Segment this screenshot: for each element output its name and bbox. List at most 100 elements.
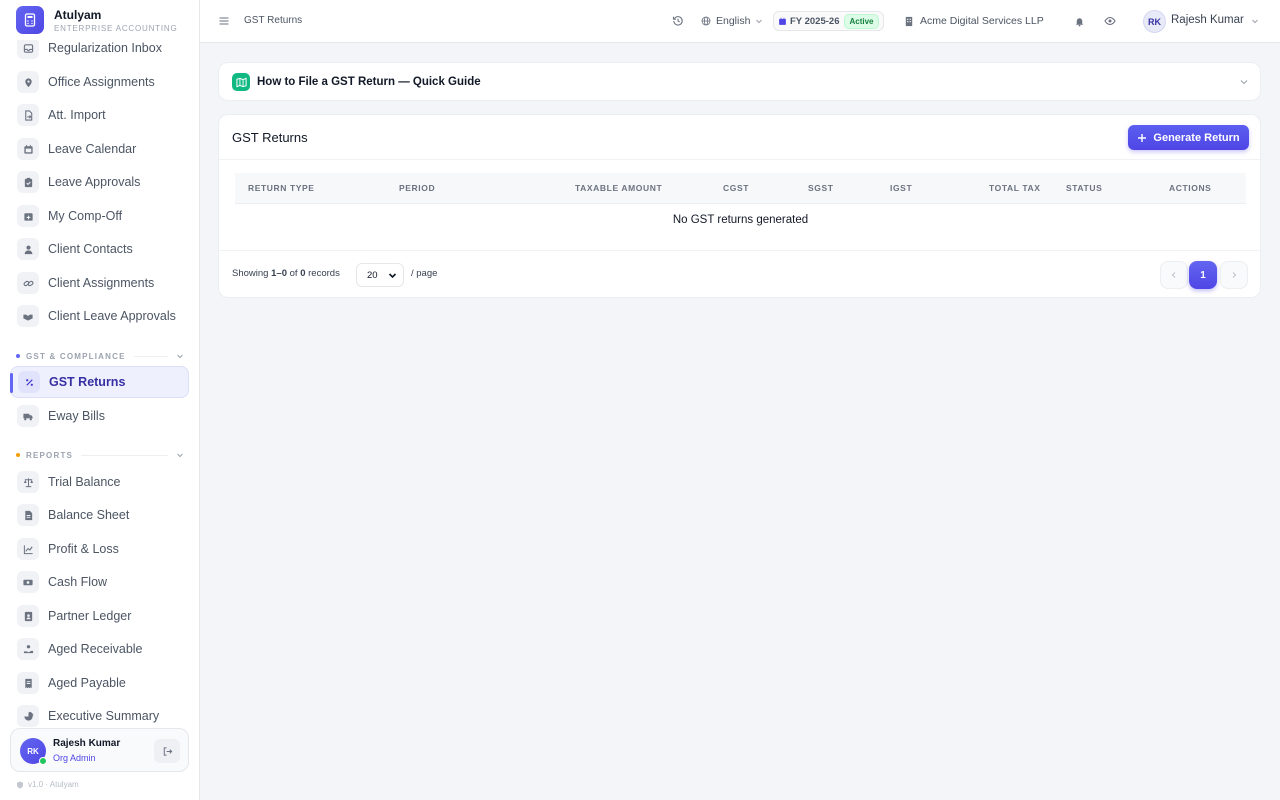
sidebar-item-eway-bills[interactable]: Eway Bills: [10, 400, 189, 432]
notifications-button[interactable]: [1074, 0, 1085, 42]
section-label: REPORTS: [26, 450, 74, 460]
page-size-select[interactable]: 20: [356, 263, 404, 287]
records-label: records: [308, 268, 340, 279]
brand-subtitle: ENTERPRISE ACCOUNTING: [54, 24, 178, 33]
sidebar-item-balance-sheet[interactable]: Balance Sheet: [10, 499, 189, 531]
showing-label: Showing: [232, 268, 269, 279]
column-header-cgst[interactable]: CGST: [723, 183, 749, 193]
empty-state-message: No GST returns generated: [672, 214, 809, 226]
user-menu-label[interactable]: Rajesh Kumar: [1171, 14, 1244, 26]
column-header-total-tax[interactable]: TOTAL TAX: [989, 183, 1041, 193]
receipt-icon: [17, 672, 39, 694]
avatar[interactable]: RK: [1143, 10, 1166, 33]
sidebar-item-trial-balance[interactable]: Trial Balance: [10, 466, 189, 498]
column-header-sgst[interactable]: SGST: [808, 183, 834, 193]
sidebar-item-att-import[interactable]: Att. Import: [10, 99, 189, 131]
scale-icon: [17, 471, 39, 493]
column-header-return-type[interactable]: RETURN TYPE: [248, 183, 315, 193]
sidebar-item-my-comp-off[interactable]: My Comp-Off: [10, 200, 189, 232]
history-button[interactable]: [672, 0, 684, 42]
map-icon: [232, 73, 250, 91]
page-button-current[interactable]: 1: [1189, 261, 1217, 289]
eye-icon: [1104, 16, 1116, 26]
handshake-icon: [17, 305, 39, 327]
sidebar-item-gst-returns[interactable]: GST Returns: [10, 366, 189, 398]
chevron-down-icon: [388, 272, 397, 278]
sidebar-item-label: Leave Approvals: [48, 175, 141, 189]
column-header-period[interactable]: PERIOD: [399, 183, 435, 193]
chevron-down-icon: [177, 354, 183, 359]
sidebar-item-label: Att. Import: [48, 108, 106, 122]
section-reports[interactable]: REPORTS: [16, 449, 184, 461]
sidebar-item-label: Balance Sheet: [48, 508, 130, 522]
column-header-status[interactable]: STATUS: [1066, 183, 1102, 193]
chevron-left-icon: [1171, 272, 1176, 278]
next-page-button[interactable]: [1220, 261, 1248, 289]
sidebar-item-label: Cash Flow: [48, 575, 108, 589]
sidebar-item-label: Regularization Inbox: [48, 41, 162, 55]
sidebar-item-client-contacts[interactable]: Client Contacts: [10, 233, 189, 265]
sidebar: Atulyam ENTERPRISE ACCOUNTING Regulariza…: [0, 0, 200, 800]
sidebar-item-label: Client Contacts: [48, 242, 133, 256]
table-header: RETURN TYPE PERIOD TAXABLE AMOUNT CGST S…: [235, 173, 1246, 204]
link-icon: [17, 272, 39, 294]
truck-icon: [17, 405, 39, 427]
generate-return-label: Generate Return: [1153, 131, 1240, 144]
brand-name: Atulyam: [54, 8, 102, 22]
fiscal-year-selector[interactable]: FY 2025-26 Active: [773, 11, 884, 31]
generate-return-button[interactable]: Generate Return: [1128, 125, 1249, 150]
sidebar-item-label: Client Leave Approvals: [48, 309, 176, 323]
user-icon: [17, 238, 39, 260]
fiscal-year-label: FY 2025-26: [790, 15, 840, 27]
globe-icon: [701, 16, 711, 26]
guide-title: How to File a GST Return — Quick Guide: [257, 76, 481, 88]
gst-returns-card: GST Returns Generate Return RETURN TYPE …: [218, 114, 1261, 298]
user-name: Rajesh Kumar: [53, 738, 121, 749]
of-label: of: [289, 268, 298, 279]
calendar-icon: [779, 17, 786, 25]
shield-icon: [17, 781, 23, 788]
chevron-down-icon[interactable]: [1239, 77, 1249, 87]
sidebar-item-leave-approvals[interactable]: Leave Approvals: [10, 166, 189, 198]
chevron-down-icon[interactable]: [1251, 17, 1259, 25]
hand-coin-icon: [17, 638, 39, 660]
sidebar-item-office-assignments[interactable]: Office Assignments: [10, 66, 189, 98]
sidebar-item-label: Partner Ledger: [48, 609, 132, 623]
building-icon: [905, 16, 913, 26]
hamburger-icon: [219, 17, 229, 25]
divider: [133, 355, 168, 357]
sidebar-item-client-leave-approvals[interactable]: Client Leave Approvals: [10, 300, 189, 332]
inbox-icon: [17, 37, 39, 59]
prev-page-button[interactable]: [1160, 261, 1188, 289]
sidebar-item-label: GST Returns: [49, 375, 126, 389]
column-header-igst[interactable]: IGST: [890, 183, 912, 193]
document-icon: [17, 504, 39, 526]
sidebar-item-leave-calendar[interactable]: Leave Calendar: [10, 133, 189, 165]
logout-icon: [163, 746, 172, 756]
sidebar-item-profit-loss[interactable]: Profit & Loss: [10, 533, 189, 565]
sidebar-item-partner-ledger[interactable]: Partner Ledger: [10, 600, 189, 632]
bell-icon: [1075, 17, 1084, 27]
user-role: Org Admin: [53, 753, 96, 763]
calculator-icon: [16, 6, 44, 34]
language-selector[interactable]: English: [701, 0, 763, 42]
preview-button[interactable]: [1104, 0, 1116, 42]
menu-toggle-button[interactable]: [218, 14, 230, 32]
page-title: GST Returns: [232, 130, 308, 145]
sidebar-item-cash-flow[interactable]: Cash Flow: [10, 566, 189, 598]
sidebar-item-client-assignments[interactable]: Client Assignments: [10, 267, 189, 299]
sidebar-item-aged-receivable[interactable]: Aged Receivable: [10, 633, 189, 665]
percent-icon: [18, 371, 40, 393]
section-gst-compliance[interactable]: GST & COMPLIANCE: [16, 350, 184, 362]
logout-button[interactable]: [154, 739, 180, 763]
total-records: 0: [300, 268, 306, 279]
company-selector[interactable]: Acme Digital Services LLP: [904, 0, 1044, 42]
language-label: English: [716, 15, 751, 27]
column-header-taxable-amount[interactable]: TAXABLE AMOUNT: [575, 183, 662, 193]
breadcrumb: GST Returns: [244, 15, 303, 26]
quick-guide-panel[interactable]: How to File a GST Return — Quick Guide: [218, 62, 1261, 101]
divider: [219, 159, 1260, 160]
sidebar-item-aged-payable[interactable]: Aged Payable: [10, 667, 189, 699]
version-label: v1.0 · Atulyam: [28, 780, 79, 789]
sidebar-item-label: My Comp-Off: [48, 209, 123, 223]
